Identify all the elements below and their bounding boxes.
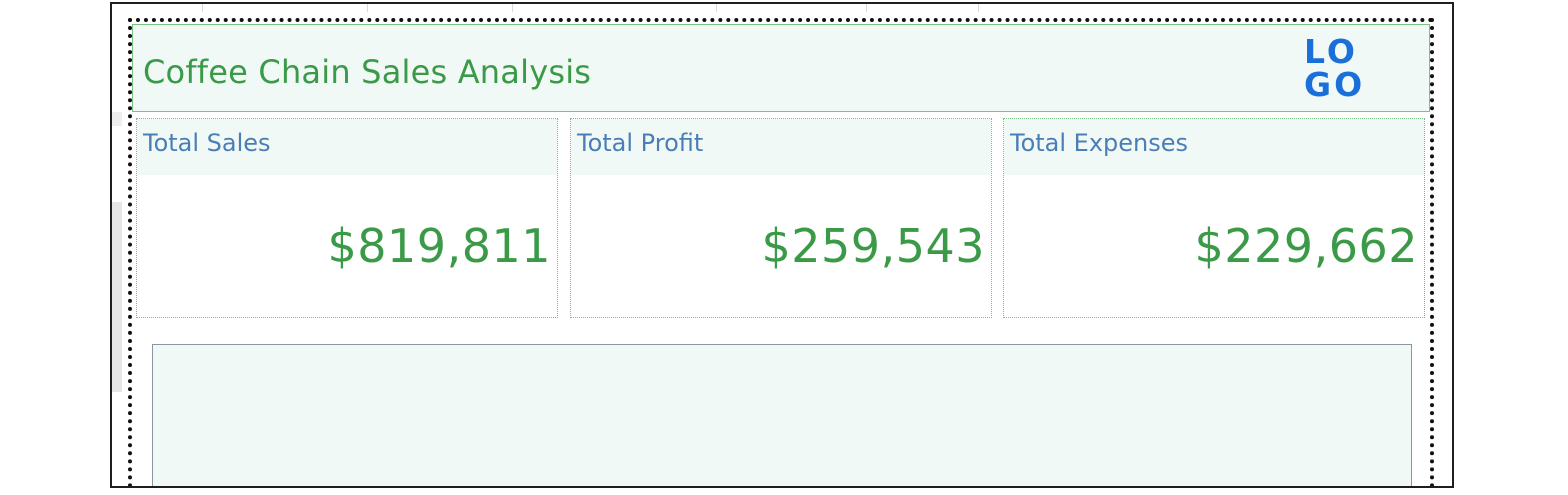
left-panel-edge[interactable] <box>112 202 122 392</box>
ruler-tick <box>512 4 513 12</box>
kpi-header: Total Expenses <box>1004 119 1424 175</box>
kpi-card-total-sales[interactable]: Total Sales $819,811 <box>136 118 558 318</box>
dashboard-canvas-window: Coffee Chain Sales Analysis LO GO Total … <box>110 2 1454 488</box>
kpi-card-total-expenses[interactable]: Total Expenses $229,662 <box>1003 118 1425 318</box>
dashboard-container[interactable]: Coffee Chain Sales Analysis LO GO Total … <box>128 18 1434 486</box>
dashboard-title: Coffee Chain Sales Analysis <box>143 53 592 91</box>
kpi-label: Total Expenses <box>1010 129 1189 157</box>
kpi-header: Total Profit <box>571 119 991 175</box>
left-panel-edge <box>112 112 122 126</box>
chart-container[interactable] <box>152 344 1412 486</box>
ruler-tick <box>367 4 368 12</box>
logo-text-line-2: GO <box>1304 65 1366 104</box>
kpi-value: $229,662 <box>1194 219 1418 273</box>
kpi-label: Total Profit <box>577 129 704 157</box>
ruler-tick <box>716 4 717 12</box>
title-bar[interactable]: Coffee Chain Sales Analysis LO GO <box>132 24 1430 112</box>
logo-text-line-1: LO <box>1304 32 1358 71</box>
ruler-tick <box>866 4 867 12</box>
logo-image: LO GO <box>1304 35 1378 105</box>
ruler-tick <box>978 4 979 12</box>
kpi-card-total-profit[interactable]: Total Profit $259,543 <box>570 118 992 318</box>
ruler-tick <box>202 4 203 12</box>
kpi-value: $819,811 <box>327 219 551 273</box>
kpi-header: Total Sales <box>137 119 557 175</box>
kpi-label: Total Sales <box>143 129 271 157</box>
kpi-value: $259,543 <box>761 219 985 273</box>
